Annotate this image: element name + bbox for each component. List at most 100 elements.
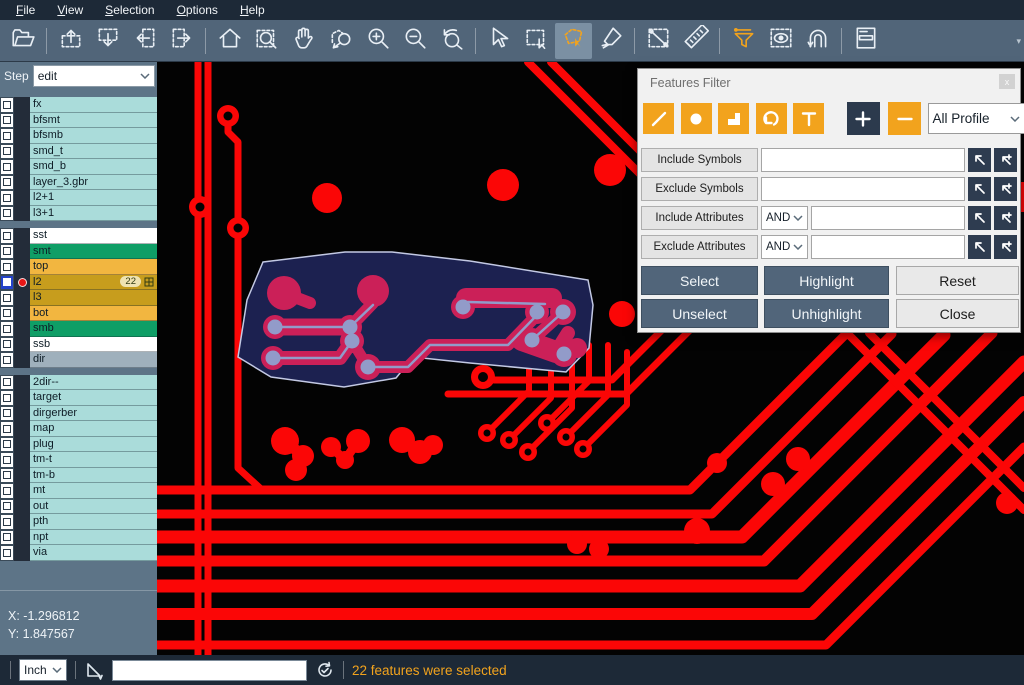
layer-row-fx[interactable]: fx bbox=[0, 97, 157, 113]
layer-row-l3+1[interactable]: l3+1 bbox=[0, 206, 157, 222]
filter-surface-button[interactable] bbox=[718, 103, 749, 134]
layer-active-indicator[interactable] bbox=[14, 437, 30, 453]
include-symbols-input[interactable] bbox=[761, 148, 965, 172]
layer-active-indicator[interactable] bbox=[14, 290, 30, 306]
layer-label[interactable]: mt bbox=[30, 483, 157, 499]
layer-checkbox[interactable] bbox=[0, 483, 14, 499]
layer-active-indicator[interactable] bbox=[14, 421, 30, 437]
menu-view[interactable]: View bbox=[47, 1, 93, 19]
snap-mode-button[interactable] bbox=[799, 23, 836, 59]
dialog-close-button[interactable]: x bbox=[999, 74, 1015, 89]
layer-checkbox[interactable] bbox=[0, 406, 14, 422]
layer-checkbox[interactable] bbox=[0, 390, 14, 406]
select-cursor-button[interactable] bbox=[481, 23, 518, 59]
layer-label[interactable]: smd_t bbox=[30, 144, 157, 160]
close-button[interactable]: Close bbox=[896, 299, 1019, 328]
layer-checkbox[interactable] bbox=[0, 228, 14, 244]
layer-checkbox[interactable] bbox=[0, 244, 14, 260]
layer-checkbox[interactable] bbox=[0, 97, 14, 113]
layer-label[interactable]: dirgerber bbox=[30, 406, 157, 422]
layer-row-2dir--[interactable]: 2dir-- bbox=[0, 375, 157, 391]
filter-pad-button[interactable] bbox=[681, 103, 712, 134]
layer-label[interactable]: map bbox=[30, 421, 157, 437]
exclude-attributes-input[interactable] bbox=[811, 235, 965, 259]
pick-attribute-button[interactable] bbox=[968, 206, 991, 230]
layer-label[interactable]: top bbox=[30, 259, 157, 275]
layer-active-indicator[interactable] bbox=[14, 321, 30, 337]
zoom-window-button[interactable] bbox=[248, 23, 285, 59]
home-view-button[interactable] bbox=[211, 23, 248, 59]
features-filter-button[interactable] bbox=[725, 23, 762, 59]
layer-active-indicator[interactable] bbox=[14, 190, 30, 206]
layer-checkbox[interactable] bbox=[0, 113, 14, 129]
feature-report-button[interactable] bbox=[847, 23, 884, 59]
layer-label[interactable]: bot bbox=[30, 306, 157, 322]
layer-row-l3[interactable]: l3 bbox=[0, 290, 157, 306]
refresh-icon[interactable] bbox=[315, 660, 335, 680]
layer-label[interactable]: smd_b bbox=[30, 159, 157, 175]
layer-checkbox[interactable] bbox=[0, 206, 14, 222]
layer-label[interactable]: l222 bbox=[30, 275, 157, 291]
select-button[interactable]: Select bbox=[641, 266, 758, 295]
zoom-previous-button[interactable] bbox=[433, 23, 470, 59]
show-selection-button[interactable] bbox=[762, 23, 799, 59]
menu-options[interactable]: Options bbox=[167, 1, 228, 19]
layer-checkbox[interactable] bbox=[0, 306, 14, 322]
layer-checkbox[interactable] bbox=[0, 514, 14, 530]
layer-row-dirgerber[interactable]: dirgerber bbox=[0, 406, 157, 422]
zoom-out-button[interactable] bbox=[396, 23, 433, 59]
layer-label[interactable]: ssb bbox=[30, 337, 157, 353]
layer-label[interactable]: l2+1 bbox=[30, 190, 157, 206]
layer-row-sst[interactable]: sst bbox=[0, 228, 157, 244]
layer-row-pth[interactable]: pth bbox=[0, 514, 157, 530]
layer-label[interactable]: sst bbox=[30, 228, 157, 244]
layer-active-indicator[interactable] bbox=[14, 468, 30, 484]
layer-row-top[interactable]: top bbox=[0, 259, 157, 275]
units-select[interactable]: Inch bbox=[19, 659, 67, 681]
pick-add-attribute-button[interactable] bbox=[994, 235, 1017, 259]
layer-checkbox[interactable] bbox=[0, 128, 14, 144]
layer-label[interactable]: 2dir-- bbox=[30, 375, 157, 391]
pick-symbol-button[interactable] bbox=[968, 148, 991, 172]
pan-up-button[interactable] bbox=[52, 23, 89, 59]
layer-active-indicator[interactable] bbox=[14, 483, 30, 499]
exclude-attributes-operator[interactable]: AND bbox=[761, 235, 808, 259]
layer-checkbox[interactable] bbox=[0, 290, 14, 306]
exclude-attributes-button[interactable]: Exclude Attributes bbox=[641, 235, 758, 259]
layer-row-bfsmt[interactable]: bfsmt bbox=[0, 113, 157, 129]
include-attributes-operator[interactable]: AND bbox=[761, 206, 808, 230]
filter-negative-button[interactable] bbox=[888, 102, 921, 135]
toolbar-overflow-chevron[interactable]: ▾ bbox=[1016, 36, 1021, 47]
profile-select[interactable]: All Profile bbox=[928, 103, 1024, 134]
exclude-symbols-button[interactable]: Exclude Symbols bbox=[641, 177, 758, 201]
clear-highlight-button[interactable] bbox=[592, 23, 629, 59]
layer-row-smt[interactable]: smt bbox=[0, 244, 157, 260]
layer-row-plug[interactable]: plug bbox=[0, 437, 157, 453]
menu-help[interactable]: Help bbox=[230, 1, 275, 19]
pan-left-button[interactable] bbox=[126, 23, 163, 59]
layer-checkbox[interactable] bbox=[0, 530, 14, 546]
filter-line-button[interactable] bbox=[643, 103, 674, 134]
layer-label[interactable]: plug bbox=[30, 437, 157, 453]
angle-measure-icon[interactable] bbox=[84, 660, 104, 680]
layer-active-indicator[interactable] bbox=[14, 352, 30, 368]
layer-checkbox[interactable] bbox=[0, 545, 14, 561]
layer-label[interactable]: layer_3.gbr bbox=[30, 175, 157, 191]
measure-line-button[interactable] bbox=[640, 23, 677, 59]
layer-active-indicator[interactable] bbox=[14, 97, 30, 113]
layer-grid-icon[interactable] bbox=[144, 277, 154, 287]
layer-checkbox[interactable] bbox=[0, 144, 14, 160]
layer-label[interactable]: dir bbox=[30, 352, 157, 368]
layer-checkbox[interactable] bbox=[0, 321, 14, 337]
layer-checkbox[interactable] bbox=[0, 468, 14, 484]
layer-row-tm-b[interactable]: tm-b bbox=[0, 468, 157, 484]
layer-active-indicator[interactable] bbox=[14, 306, 30, 322]
layer-active-indicator[interactable] bbox=[14, 275, 30, 291]
command-input[interactable] bbox=[112, 660, 307, 681]
layer-checkbox[interactable] bbox=[0, 175, 14, 191]
layer-label[interactable]: bfsmb bbox=[30, 128, 157, 144]
layer-row-smb[interactable]: smb bbox=[0, 321, 157, 337]
layer-active-indicator[interactable] bbox=[14, 159, 30, 175]
layer-active-indicator[interactable] bbox=[14, 337, 30, 353]
layer-row-smd_t[interactable]: smd_t bbox=[0, 144, 157, 160]
